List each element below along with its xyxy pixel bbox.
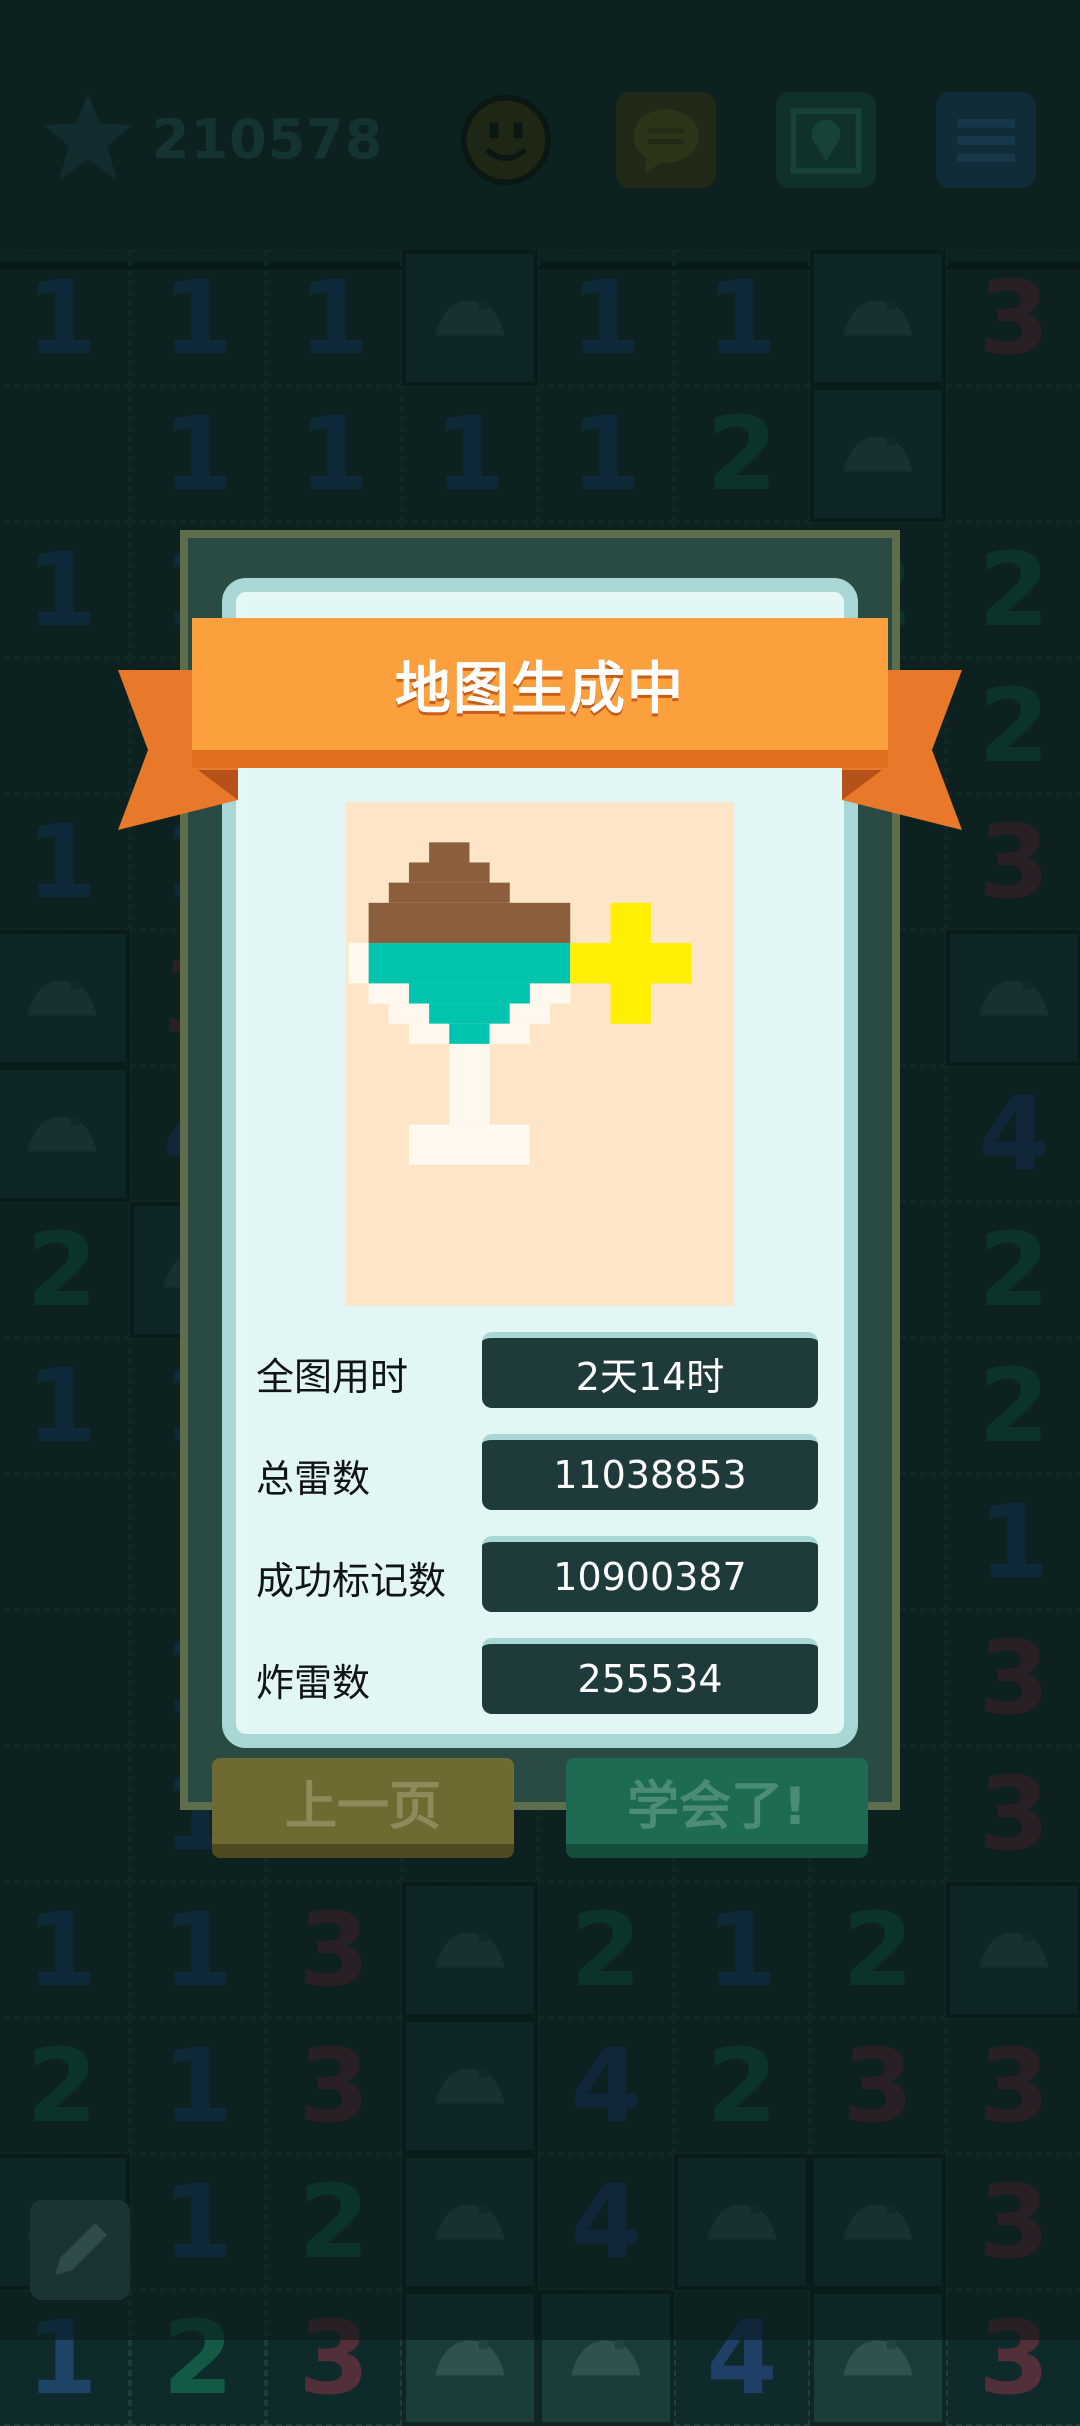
stat-label-total-mines: 总雷数 — [256, 1457, 371, 1501]
stat-value-total-time: 2天14时 — [482, 1332, 818, 1408]
stat-label-flagged: 成功标记数 — [256, 1559, 447, 1603]
stat-label-total-time: 全图用时 — [256, 1355, 409, 1399]
map-preview-image — [346, 802, 734, 1306]
stat-value-flagged: 10900387 — [482, 1536, 818, 1612]
stat-value-total-mines: 11038853 — [482, 1434, 818, 1510]
got-it-button[interactable]: 学会了! — [566, 1758, 868, 1858]
previous-page-button[interactable]: 上一页 — [212, 1758, 514, 1858]
edit-button[interactable] — [30, 2200, 130, 2300]
stat-label-exploded: 炸雷数 — [256, 1661, 371, 1705]
title-ribbon: 地图生成中 — [192, 618, 888, 768]
dialog-title: 地图生成中 — [395, 656, 685, 722]
pencil-icon — [30, 2200, 130, 2300]
parfait-icon — [348, 802, 732, 1306]
stat-value-exploded: 255534 — [482, 1638, 818, 1714]
